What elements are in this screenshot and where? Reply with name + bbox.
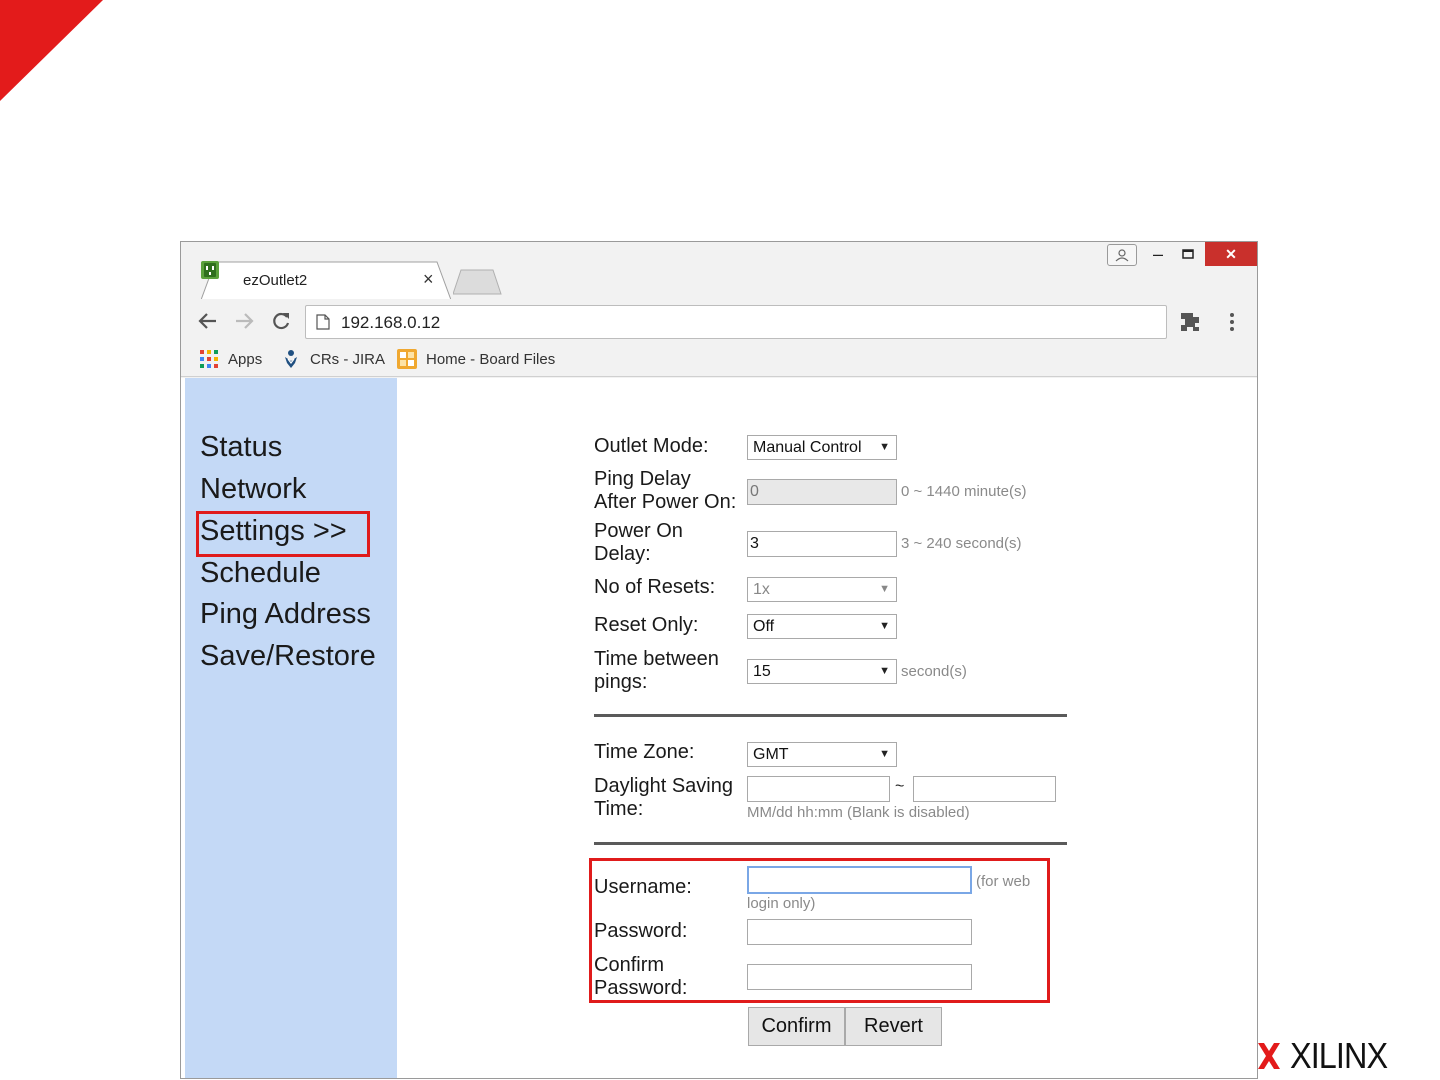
profile-icon <box>1115 249 1129 262</box>
new-tab-button[interactable] <box>453 269 503 295</box>
power-on-delay-label: Power On Delay: <box>594 520 683 566</box>
ping-delay-label-line1: Ping Delay <box>594 468 691 490</box>
reload-icon[interactable] <box>270 310 292 332</box>
bookmark-jira[interactable]: CRs - JIRA <box>281 349 385 369</box>
time-zone-value: GMT <box>753 746 789 763</box>
dropdown-arrow-icon: ▼ <box>879 583 890 595</box>
daylight-saving-label-line1: Daylight Saving <box>594 775 733 797</box>
xilinx-wordmark: XILINX <box>1290 1035 1388 1076</box>
time-zone-label: Time Zone: <box>594 741 695 763</box>
time-zone-select[interactable]: GMT ▼ <box>747 742 897 767</box>
bookmark-label: Apps <box>228 350 263 368</box>
ping-delay-label: Ping Delay After Power On: <box>594 468 736 514</box>
browser-tab[interactable]: ezOutlet2 × <box>201 261 451 301</box>
no-of-resets-value: 1x <box>753 581 770 598</box>
revert-button[interactable]: Revert <box>845 1007 942 1046</box>
outlet-mode-label: Outlet Mode: <box>594 435 709 457</box>
power-on-delay-hint: 3 ~ 240 second(s) <box>901 535 1022 552</box>
credentials-highlight-box <box>589 858 1050 1003</box>
reset-only-value: Off <box>753 618 775 635</box>
power-on-delay-input[interactable]: 3 <box>747 531 897 557</box>
profile-button[interactable] <box>1107 244 1137 266</box>
bookmark-board-files[interactable]: Home - Board Files <box>397 349 555 369</box>
time-between-pings-select[interactable]: 15 ▼ <box>747 659 897 684</box>
section-divider <box>594 714 1067 717</box>
address-bar[interactable]: 192.168.0.12 <box>305 305 1167 339</box>
window-close-button[interactable]: ✕ <box>1205 242 1257 266</box>
time-between-pings-label-line2: pings: <box>594 671 648 693</box>
bookmark-label: Home - Board Files <box>426 350 556 368</box>
outlet-icon <box>201 261 219 279</box>
tab-title: ezOutlet2 <box>243 272 308 289</box>
outlet-mode-value: Manual Control <box>753 439 862 456</box>
reset-only-select[interactable]: Off ▼ <box>747 614 897 639</box>
sidebar-nav: Status Network Settings >> Schedule Ping… <box>185 378 397 1078</box>
extension-icon[interactable] <box>1179 311 1201 333</box>
ping-delay-input[interactable]: 0 <box>747 479 897 505</box>
page-viewport: Status Network Settings >> Schedule Ping… <box>181 378 1257 1078</box>
daylight-saving-hint: MM/dd hh:mm (Blank is disabled) <box>747 804 970 821</box>
page-icon <box>316 314 330 330</box>
sidebar-item-network[interactable]: Network <box>200 473 306 506</box>
dropdown-arrow-icon: ▼ <box>879 441 890 453</box>
reset-only-label: Reset Only: <box>594 614 699 636</box>
apps-grid-icon <box>200 350 218 368</box>
daylight-start-input[interactable] <box>747 776 890 802</box>
maximize-button[interactable] <box>1177 242 1199 266</box>
sidebar-item-ping-address[interactable]: Ping Address <box>200 598 371 631</box>
tab-close-icon[interactable]: × <box>423 269 434 290</box>
browser-menu-icon[interactable] <box>1229 311 1235 333</box>
time-between-pings-hint: second(s) <box>901 663 967 680</box>
title-bar: ezOutlet2 × ‒ ✕ <box>181 242 1257 301</box>
url-text: 192.168.0.12 <box>341 313 441 332</box>
ping-delay-label-line2: After Power On: <box>594 491 737 513</box>
jira-icon <box>285 350 297 368</box>
settings-highlight-box <box>196 511 370 557</box>
sidebar-item-schedule[interactable]: Schedule <box>200 557 321 590</box>
sidebar-item-status[interactable]: Status <box>200 431 282 464</box>
ping-delay-hint: 0 ~ 1440 minute(s) <box>901 483 1027 500</box>
dropdown-arrow-icon: ▼ <box>879 620 890 632</box>
back-arrow-icon[interactable] <box>197 310 219 332</box>
forward-arrow-icon[interactable] <box>233 310 255 332</box>
no-of-resets-label: No of Resets: <box>594 576 716 598</box>
xilinx-logo: XILINX <box>1256 1035 1398 1076</box>
daylight-saving-label: Daylight Saving Time: <box>594 775 733 821</box>
daylight-end-input[interactable] <box>913 776 1056 802</box>
maximize-icon <box>1182 249 1194 259</box>
bookmarks-bar: Apps CRs - JIRA Home - Board Files <box>181 343 1257 377</box>
time-between-pings-label: Time between pings: <box>594 648 719 694</box>
sidebar-item-save-restore[interactable]: Save/Restore <box>200 640 376 673</box>
power-on-delay-label-line2: Delay: <box>594 543 651 565</box>
minimize-button[interactable]: ‒ <box>1147 242 1169 266</box>
section-divider <box>594 842 1067 845</box>
dropdown-arrow-icon: ▼ <box>879 748 890 760</box>
power-on-delay-label-line1: Power On <box>594 520 683 542</box>
daylight-range-separator: ~ <box>895 778 905 795</box>
no-of-resets-select[interactable]: 1x ▼ <box>747 577 897 602</box>
bookmark-label: CRs - JIRA <box>310 350 385 368</box>
corner-accent <box>0 0 103 101</box>
time-between-pings-label-line1: Time between <box>594 648 719 670</box>
board-files-icon <box>397 349 417 369</box>
dropdown-arrow-icon: ▼ <box>879 665 890 677</box>
daylight-saving-label-line2: Time: <box>594 798 644 820</box>
confirm-button[interactable]: Confirm <box>748 1007 845 1046</box>
xilinx-mark-icon <box>1258 1043 1280 1069</box>
browser-toolbar: 192.168.0.12 <box>181 299 1257 343</box>
browser-window: ezOutlet2 × ‒ ✕ 192.168.0.12 Apps CRs - … <box>180 241 1258 1079</box>
outlet-mode-select[interactable]: Manual Control ▼ <box>747 435 897 460</box>
time-between-pings-value: 15 <box>753 663 771 680</box>
bookmark-apps[interactable]: Apps <box>199 349 262 369</box>
